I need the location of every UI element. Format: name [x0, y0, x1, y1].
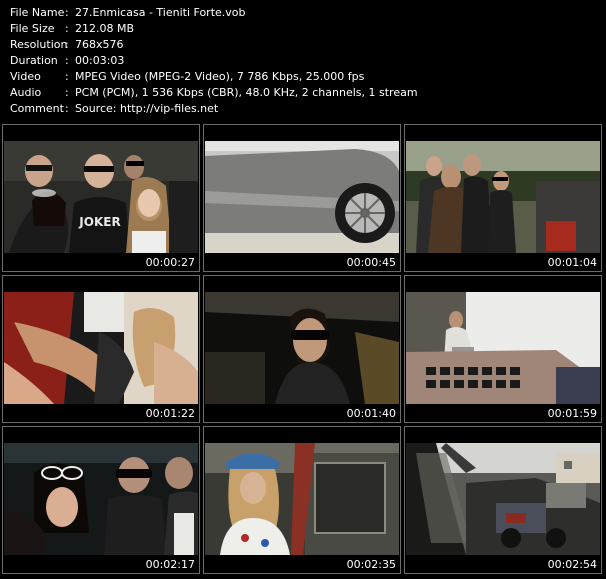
audio-value: PCM (PCM), 1 536 Kbps (CBR), 48.0 KHz, 2…	[75, 86, 418, 99]
video-label: Video	[10, 70, 41, 83]
thumbnail-cell[interactable]: 00:02:35	[203, 426, 401, 574]
thumbnail-cell[interactable]: 00:02:17	[2, 426, 200, 574]
thumbnail-image	[205, 443, 399, 555]
thumbnail-timestamp: 00:01:22	[145, 407, 195, 420]
separator: :	[65, 70, 69, 83]
separator: :	[65, 22, 69, 35]
separator: :	[65, 86, 69, 99]
separator: :	[65, 54, 69, 67]
thumbnail-cell[interactable]: 00:01:04	[404, 124, 602, 272]
thumbnail-cell[interactable]: JOKER 00:00:27	[2, 124, 200, 272]
thumbnail-timestamp: 00:01:40	[346, 407, 396, 420]
thumbnail-timestamp: 00:00:27	[145, 256, 195, 269]
separator: :	[65, 102, 69, 115]
thumbnail-cell[interactable]: 00:00:45	[203, 124, 401, 272]
separator: :	[65, 6, 69, 19]
thumbnail-timestamp: 00:02:35	[346, 558, 396, 571]
thumbnail-image	[205, 292, 399, 404]
audio-row: Audio : PCM (PCM), 1 536 Kbps (CBR), 48.…	[10, 85, 418, 101]
file-size-row: File Size : 212.08 MB	[10, 21, 418, 37]
thumbnail-timestamp: 00:02:17	[145, 558, 195, 571]
audio-label: Audio	[10, 86, 42, 99]
thumbnail-cell[interactable]: 00:01:40	[203, 275, 401, 423]
thumbnail-image: JOKER	[4, 141, 198, 253]
thumbnail-cell[interactable]: 00:02:54	[404, 426, 602, 574]
thumbnail-grid: JOKER 00:00:27 00:00:45 00:01:04 00:01:2…	[2, 124, 602, 576]
thumbnail-timestamp: 00:02:54	[547, 558, 597, 571]
file-size-value: 212.08 MB	[75, 22, 135, 35]
file-name-row: File Name : 27.Enmicasa - Tieniti Forte.…	[10, 5, 418, 21]
thumbnail-image	[4, 443, 198, 555]
file-name-value: 27.Enmicasa - Tieniti Forte.vob	[75, 6, 246, 19]
video-row: Video : MPEG Video (MPEG-2 Video), 7 786…	[10, 69, 418, 85]
thumbnail-timestamp: 00:01:04	[547, 256, 597, 269]
thumbnail-image	[406, 292, 600, 404]
thumbnail-timestamp: 00:01:59	[547, 407, 597, 420]
thumbnail-cell[interactable]: 00:01:22	[2, 275, 200, 423]
video-value: MPEG Video (MPEG-2 Video), 7 786 Kbps, 2…	[75, 70, 365, 83]
comment-row: Comment : Source: http://vip-files.net	[10, 101, 418, 117]
thumbnail-image	[406, 141, 600, 253]
resolution-value: 768x576	[75, 38, 124, 51]
file-info-panel: File Name : 27.Enmicasa - Tieniti Forte.…	[10, 5, 418, 117]
file-size-label: File Size	[10, 22, 55, 35]
duration-label: Duration	[10, 54, 58, 67]
duration-value: 00:03:03	[75, 54, 125, 67]
comment-value: Source: http://vip-files.net	[75, 102, 219, 115]
joker-shirt-text: JOKER	[78, 215, 120, 229]
resolution-row: Resolution : 768x576	[10, 37, 418, 53]
thumbnail-image	[406, 443, 600, 555]
thumbnail-image	[205, 141, 399, 253]
comment-label: Comment	[10, 102, 64, 115]
separator: :	[65, 38, 69, 51]
thumbnail-timestamp: 00:00:45	[346, 256, 396, 269]
file-name-label: File Name	[10, 6, 65, 19]
thumbnail-image	[4, 292, 198, 404]
duration-row: Duration : 00:03:03	[10, 53, 418, 69]
resolution-label: Resolution	[10, 38, 68, 51]
thumbnail-cell[interactable]: 00:01:59	[404, 275, 602, 423]
